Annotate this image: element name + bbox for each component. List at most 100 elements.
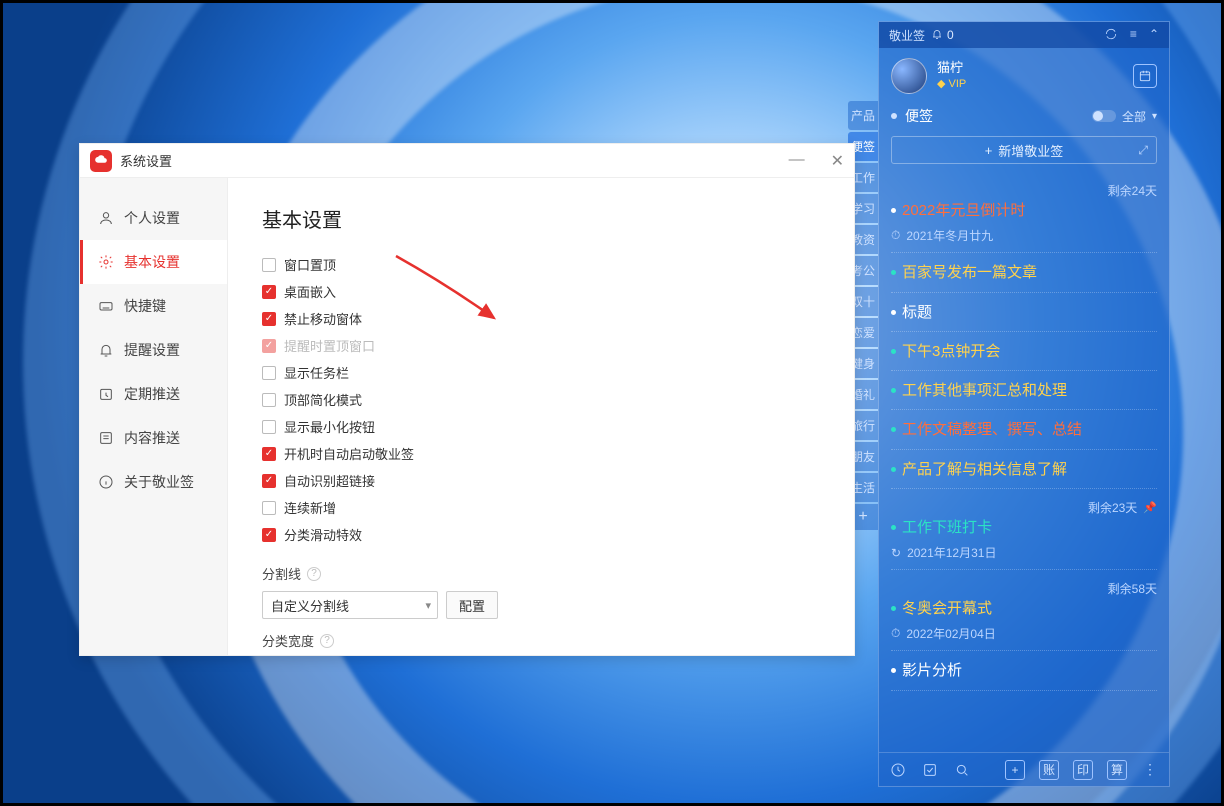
help-icon[interactable]: ? bbox=[320, 634, 334, 648]
checkbox-remind_pin: ✓ 提醒时置顶窗口 bbox=[262, 336, 820, 355]
footer-calc-button[interactable]: 算 bbox=[1107, 760, 1127, 780]
footer-print-button[interactable]: 印 bbox=[1073, 760, 1093, 780]
checkbox-box: ✓ bbox=[262, 285, 276, 299]
checkbox-label: 窗口置顶 bbox=[284, 255, 336, 274]
notification-indicator[interactable]: 0 bbox=[931, 28, 954, 43]
note-title-text: 标题 bbox=[902, 303, 932, 323]
settings-dialog: 系统设置 — ✕ 个人设置 基本设置 快捷键 bbox=[79, 143, 855, 656]
checkbox-box bbox=[262, 393, 276, 407]
note-item[interactable]: 产品了解与相关信息了解 bbox=[891, 450, 1157, 489]
clock-icon[interactable] bbox=[889, 761, 907, 779]
settings-sidebar: 个人设置 基本设置 快捷键 提醒设置 定期推送 bbox=[80, 178, 228, 655]
settings-titlebar[interactable]: 系统设置 — ✕ bbox=[80, 144, 854, 178]
checklist-icon[interactable] bbox=[921, 761, 939, 779]
checkbox-simple_top[interactable]: 顶部简化模式 bbox=[262, 390, 820, 409]
bell-icon bbox=[931, 28, 943, 43]
checkbox-box bbox=[262, 258, 276, 272]
menu-icon[interactable]: ≡ bbox=[1130, 27, 1137, 44]
minimize-button[interactable]: — bbox=[789, 151, 805, 171]
checkbox-label: 分类滑动特效 bbox=[284, 525, 362, 544]
checkbox-slide_fx[interactable]: ✓分类滑动特效 bbox=[262, 525, 820, 544]
note-item[interactable]: 工作文稿整理、撰写、总结 bbox=[891, 410, 1157, 449]
cat-tab[interactable]: 产品 bbox=[848, 101, 878, 130]
sidebar-item-label: 个人设置 bbox=[124, 208, 180, 228]
note-title-text: 影片分析 bbox=[902, 661, 962, 681]
note-item[interactable]: 标题 bbox=[891, 293, 1157, 332]
sidebar-item-label: 快捷键 bbox=[124, 296, 166, 316]
note-remaining: 剩余24天 bbox=[891, 182, 1157, 199]
checkbox-box: ✓ bbox=[262, 339, 276, 353]
note-item[interactable]: 工作其他事项汇总和处理 bbox=[891, 371, 1157, 410]
sidebar-item-content[interactable]: 内容推送 bbox=[80, 416, 227, 460]
divider-select[interactable]: 自定义分割线 bbox=[262, 591, 438, 619]
checkbox-show_task[interactable]: 显示任务栏 bbox=[262, 363, 820, 382]
checkbox-auto_link[interactable]: ✓自动识别超链接 bbox=[262, 471, 820, 490]
checkbox-label: 开机时自动启动敬业签 bbox=[284, 444, 414, 463]
panel-app-name: 敬业签 bbox=[889, 27, 925, 44]
checkbox-pin_top[interactable]: 窗口置顶 bbox=[262, 255, 820, 274]
footer-add-button[interactable]: + bbox=[1005, 760, 1025, 780]
checkbox-label: 提醒时置顶窗口 bbox=[284, 336, 375, 355]
checkbox-cont_add[interactable]: 连续新增 bbox=[262, 498, 820, 517]
checkbox-no_move[interactable]: ✓禁止移动窗体 bbox=[262, 309, 820, 328]
plus-icon: + bbox=[985, 143, 993, 158]
checkbox-box bbox=[262, 501, 276, 515]
sync-icon[interactable] bbox=[1104, 27, 1118, 44]
sidebar-item-shortcut[interactable]: 快捷键 bbox=[80, 284, 227, 328]
more-icon[interactable]: ⋮ bbox=[1141, 761, 1159, 779]
checkbox-box: ✓ bbox=[262, 447, 276, 461]
filter-toggle[interactable]: 全部 ▾ bbox=[1092, 108, 1157, 125]
checkbox-box bbox=[262, 366, 276, 380]
note-title-text: 下午3点钟开会 bbox=[902, 342, 1000, 362]
add-note-button[interactable]: + 新增敬业签 ⤢ bbox=[891, 136, 1157, 164]
sidebar-item-personal[interactable]: 个人设置 bbox=[80, 196, 227, 240]
note-title-text: 工作下班打卡 bbox=[902, 518, 992, 538]
add-note-label: 新增敬业签 bbox=[998, 141, 1063, 160]
section-title: 基本设置 bbox=[262, 204, 820, 233]
keyboard-icon bbox=[98, 298, 114, 314]
checkbox-desktop_embed[interactable]: ✓ 桌面嵌入 bbox=[262, 282, 820, 301]
sidebar-item-label: 关于敬业签 bbox=[124, 472, 194, 492]
footer-account-button[interactable]: 账 bbox=[1039, 760, 1059, 780]
checkbox-label: 桌面嵌入 bbox=[284, 282, 336, 301]
help-icon[interactable]: ? bbox=[307, 567, 321, 581]
tab-label[interactable]: 便签 bbox=[905, 106, 933, 126]
user-name: 猫柠 bbox=[937, 60, 966, 77]
close-button[interactable]: ✕ bbox=[831, 151, 844, 171]
checkbox-show_min[interactable]: 显示最小化按钮 bbox=[262, 417, 820, 436]
search-icon[interactable] bbox=[953, 761, 971, 779]
sidebar-item-label: 基本设置 bbox=[124, 252, 180, 272]
collapse-icon[interactable]: ⌃ bbox=[1149, 27, 1159, 44]
divider-label: 分割线 bbox=[262, 564, 301, 583]
sidebar-item-label: 内容推送 bbox=[124, 428, 180, 448]
schedule-icon bbox=[98, 386, 114, 402]
cat-width-label: 分类宽度 bbox=[262, 631, 314, 650]
configure-button[interactable]: 配置 bbox=[446, 591, 498, 619]
calendar-button[interactable] bbox=[1133, 64, 1157, 88]
bullet-icon bbox=[891, 606, 896, 611]
notes-list[interactable]: 剩余24天2022年元旦倒计时⏱2021年冬月廿九百家号发布一篇文章标题下午3点… bbox=[879, 172, 1169, 752]
note-item[interactable]: 剩余58天冬奥会开幕式⏱2022年02月04日 bbox=[891, 570, 1157, 651]
bullet-icon bbox=[891, 270, 896, 275]
bullet-icon bbox=[891, 310, 896, 315]
note-title-text: 2022年元旦倒计时 bbox=[902, 201, 1025, 221]
filter-all-label: 全部 bbox=[1122, 108, 1146, 125]
basic-settings-checklist: 窗口置顶✓桌面嵌入✓禁止移动窗体✓提醒时置顶窗口显示任务栏顶部简化模式显示最小化… bbox=[262, 255, 820, 544]
sidebar-item-reminder[interactable]: 提醒设置 bbox=[80, 328, 227, 372]
note-remaining: 剩余58天 bbox=[891, 580, 1157, 597]
note-item[interactable]: 影片分析 bbox=[891, 651, 1157, 690]
note-item[interactable]: 下午3点钟开会 bbox=[891, 332, 1157, 371]
checkbox-label: 顶部简化模式 bbox=[284, 390, 362, 409]
note-item[interactable]: 剩余23天📌工作下班打卡↻2021年12月31日 bbox=[891, 489, 1157, 570]
note-title-text: 冬奥会开幕式 bbox=[902, 599, 992, 619]
sidebar-item-about[interactable]: 关于敬业签 bbox=[80, 460, 227, 504]
checkbox-box: ✓ bbox=[262, 312, 276, 326]
note-item[interactable]: 剩余24天2022年元旦倒计时⏱2021年冬月廿九 bbox=[891, 172, 1157, 253]
avatar[interactable] bbox=[891, 58, 927, 94]
sidebar-item-basic[interactable]: 基本设置 bbox=[80, 240, 227, 284]
checkbox-autostart[interactable]: ✓ 开机时自动启动敬业签 bbox=[262, 444, 820, 463]
panel-footer: + 账 印 算 ⋮ bbox=[879, 752, 1169, 786]
note-item[interactable]: 百家号发布一篇文章 bbox=[891, 253, 1157, 292]
toggle-icon bbox=[1092, 110, 1116, 122]
sidebar-item-push[interactable]: 定期推送 bbox=[80, 372, 227, 416]
